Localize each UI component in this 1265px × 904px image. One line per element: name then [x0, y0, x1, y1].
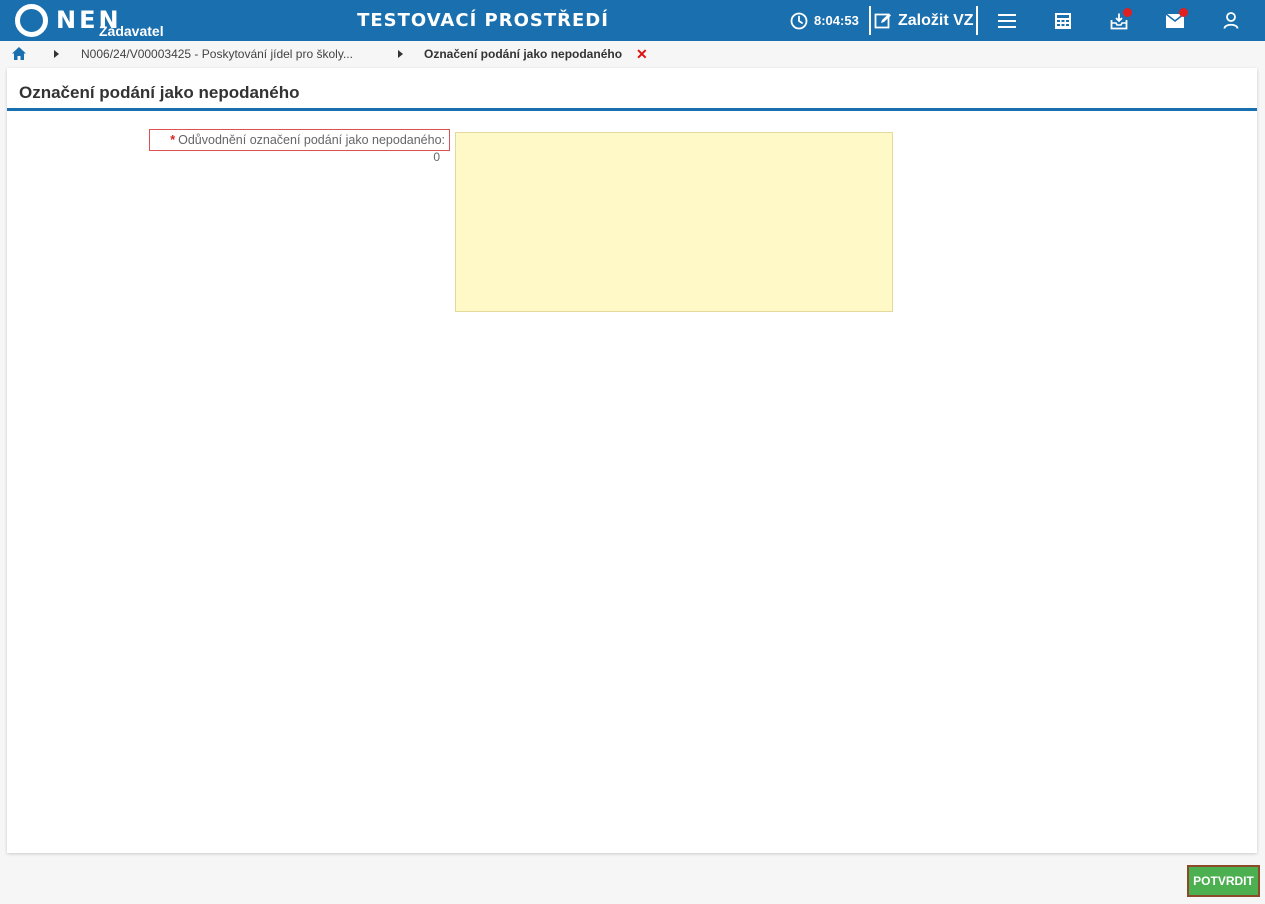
required-marker: *: [170, 133, 176, 147]
breadcrumb: N006/24/V00003425 - Poskytování jídel pr…: [0, 41, 1265, 68]
menu-button[interactable]: [987, 0, 1027, 41]
clock-icon: [790, 12, 808, 29]
breadcrumb-current: Označení podání jako nepodaného: [424, 47, 623, 61]
chevron-right-icon: [54, 50, 59, 58]
create-vz-button[interactable]: Založit VZ: [874, 0, 974, 41]
divider: [976, 6, 978, 35]
clock-time: 8:04:53: [814, 13, 859, 28]
notification-dot: [1123, 8, 1132, 17]
character-count: 0: [433, 150, 440, 164]
user-button[interactable]: [1211, 0, 1251, 41]
top-bar: NEN Zadavatel TESTOVACÍ PROSTŘEDÍ 8:04:5…: [0, 0, 1265, 41]
page-title: Označení podání jako nepodaného: [19, 83, 300, 102]
chevron-right-icon: [398, 50, 403, 58]
title-underline: [7, 108, 1257, 111]
user-icon: [1223, 12, 1239, 29]
calculator-icon: [1055, 12, 1071, 29]
session-clock: 8:04:53: [790, 0, 859, 41]
breadcrumb-item-tender[interactable]: N006/24/V00003425 - Poskytování jídel pr…: [81, 47, 353, 61]
edit-icon: [874, 13, 891, 28]
notification-dot: [1179, 8, 1188, 17]
create-vz-label: Založit VZ: [898, 11, 974, 29]
confirm-button[interactable]: POTVRDIT: [1187, 865, 1260, 897]
reason-label-text: Odůvodnění označení podání jako nepodané…: [178, 133, 445, 147]
inbox-button[interactable]: [1099, 0, 1139, 41]
close-icon[interactable]: ✕: [636, 46, 648, 62]
reason-textarea[interactable]: [455, 132, 893, 312]
menu-icon: [998, 13, 1016, 28]
divider: [869, 6, 871, 35]
calculator-button[interactable]: [1043, 0, 1083, 41]
reason-field-label: * Odůvodnění označení podání jako nepoda…: [149, 129, 450, 151]
mail-button[interactable]: [1155, 0, 1195, 41]
form-panel: Označení podání jako nepodaného * Odůvod…: [7, 68, 1257, 853]
home-icon[interactable]: [12, 47, 26, 60]
